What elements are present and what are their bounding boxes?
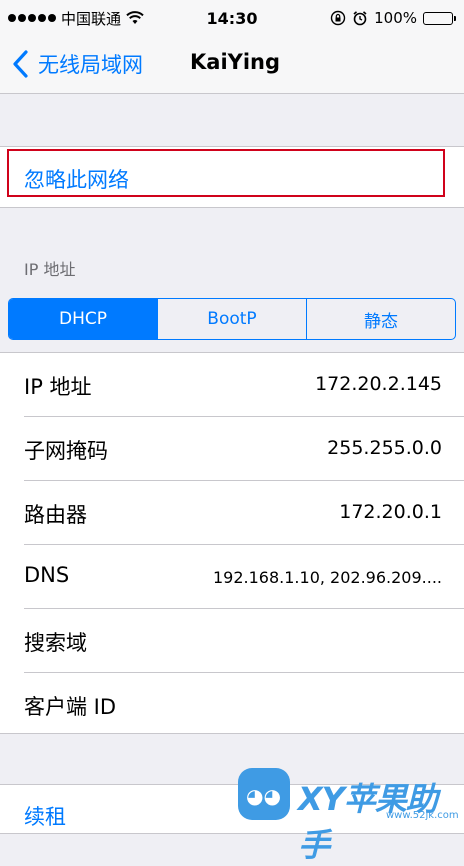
table-row[interactable]: 客户端 ID [0,673,464,737]
navigation-bar: 无线局域网 KaiYing [0,36,464,94]
tab-bootp[interactable]: BootP [157,299,306,339]
forget-network-cell[interactable]: 忽略此网络 [0,146,464,208]
ip-details-list: IP 地址 172.20.2.145 子网掩码 255.255.0.0 路由器 … [0,352,464,734]
ip-address-label: IP 地址 [24,375,92,399]
renew-lease-cell[interactable]: 续租 [0,784,464,834]
page-title: KaiYing [190,50,281,74]
rotation-lock-icon [330,10,346,26]
router-value: 172.20.0.1 [339,501,442,523]
table-row[interactable]: 搜索域 [0,609,464,673]
table-row: 路由器 172.20.0.1 [0,481,464,545]
battery-icon [423,11,456,25]
forget-network-button[interactable]: 忽略此网络 [24,164,129,194]
status-left: 中国联通 [8,8,330,29]
wifi-icon [126,11,144,24]
dns-field[interactable]: 192.168.1.10, 202.96.209.... [213,568,442,587]
search-domain-label: 搜索域 [24,631,87,655]
subnet-mask-value: 255.255.0.0 [327,437,442,459]
tab-dhcp[interactable]: DHCP [9,299,157,339]
subnet-mask-label: 子网掩码 [24,439,108,463]
dns-label: DNS [24,563,70,587]
tab-static[interactable]: 静态 [306,299,455,339]
battery-percent: 100% [374,9,417,27]
alarm-icon [353,11,367,26]
back-button[interactable]: 无线局域网 [10,49,143,79]
signal-icon [8,14,56,22]
router-label: 路由器 [24,503,87,527]
status-right: 100% [330,9,456,27]
ip-address-value: 172.20.2.145 [315,373,442,395]
status-bar: 中国联通 14:30 100% [0,0,464,36]
client-id-label: 客户端 ID [24,695,117,719]
ip-mode-segmented-control: DHCP BootP 静态 [8,298,456,340]
ip-section-header: IP 地址 [24,260,76,279]
back-label: 无线局域网 [38,53,143,77]
carrier-label: 中国联通 [61,9,122,28]
table-row: IP 地址 172.20.2.145 [0,353,464,417]
table-row: 子网掩码 255.255.0.0 [0,417,464,481]
table-row[interactable]: DNS 192.168.1.10, 202.96.209.... [0,545,464,609]
chevron-left-icon [13,50,28,78]
renew-lease-button[interactable]: 续租 [24,801,66,831]
